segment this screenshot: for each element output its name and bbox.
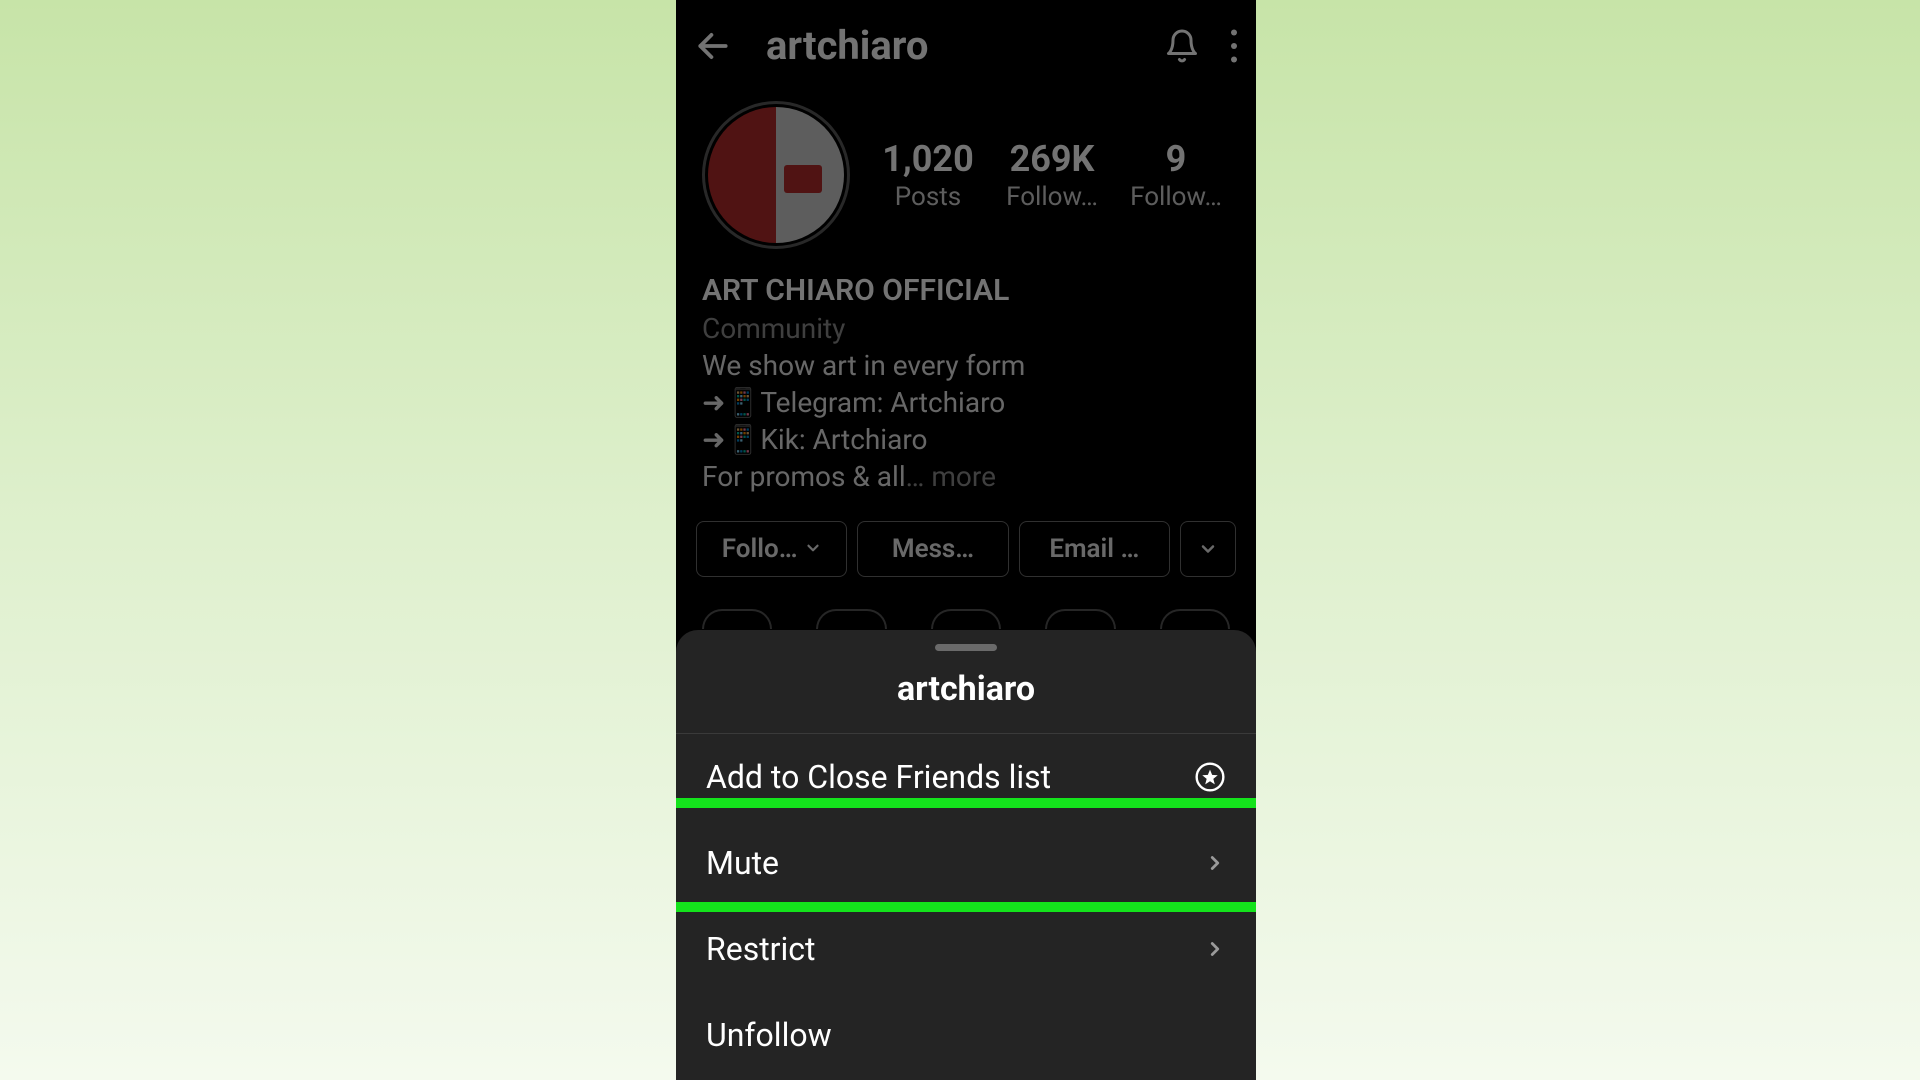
- sheet-item-restrict[interactable]: Restrict: [676, 906, 1256, 992]
- sheet-item-mute[interactable]: Mute: [676, 820, 1256, 906]
- sheet-drag-handle[interactable]: [935, 644, 997, 651]
- chevron-right-icon: [1204, 852, 1226, 874]
- phone-screen: artchiaro 1,020 Posts 269K Follow… 9 F: [676, 0, 1256, 1080]
- chevron-right-icon: [1204, 938, 1226, 960]
- sheet-item-label: Add to Close Friends list: [706, 758, 1051, 796]
- following-bottom-sheet: artchiaro Add to Close Friends list Mute…: [676, 630, 1256, 1080]
- sheet-item-label: Restrict: [706, 930, 816, 968]
- sheet-item-close-friends[interactable]: Add to Close Friends list: [676, 734, 1256, 820]
- star-circle-icon: [1194, 761, 1226, 793]
- sheet-item-label: Unfollow: [706, 1016, 832, 1054]
- sheet-title: artchiaro: [676, 651, 1256, 734]
- sheet-item-label: Mute: [706, 844, 779, 882]
- sheet-item-unfollow[interactable]: Unfollow: [676, 992, 1256, 1078]
